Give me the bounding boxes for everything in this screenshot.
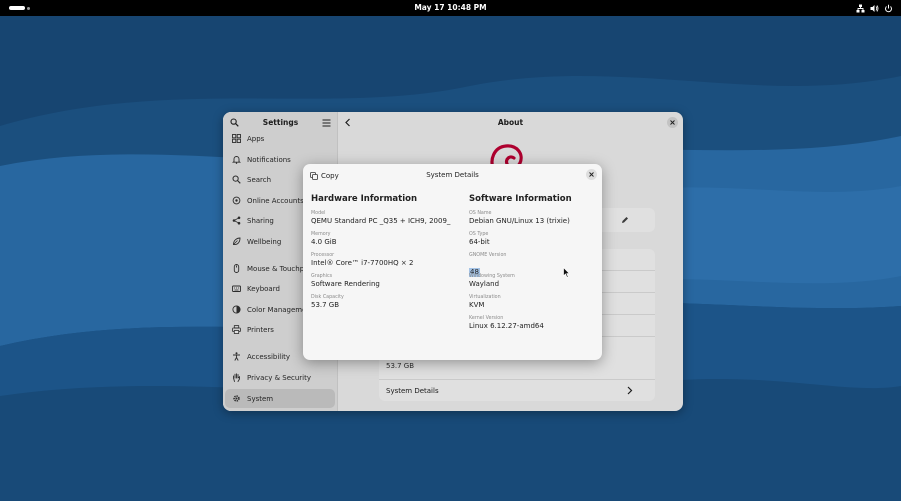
copy-button[interactable]: Copy [310, 169, 339, 183]
hardware-heading: Hardware Information [311, 194, 418, 204]
gnome-version-field: GNOME Version 48 [469, 252, 609, 277]
memory-field: Memory 4.0 GiB [311, 231, 451, 252]
kernel-version-field: Kernel Version Linux 6.12.27-amd64 [469, 315, 609, 336]
field-value[interactable]: Debian GNU/Linux 13 (trixie) [469, 217, 609, 226]
power-icon [885, 4, 892, 12]
field-value[interactable]: Intel® Core™ i7-7700HQ × 2 [311, 259, 451, 268]
field-value[interactable]: QEMU Standard PC _Q35 + ICH9, 2009_ [311, 217, 451, 226]
workspace-indicator [27, 7, 30, 10]
field-label: Processor [311, 253, 335, 258]
network-icon [856, 4, 865, 12]
software-heading: Software Information [469, 194, 572, 204]
field-value[interactable]: 64-bit [469, 238, 609, 247]
mouse-cursor-icon [563, 267, 570, 278]
field-label: Kernel Version [469, 316, 504, 321]
model-field: Model QEMU Standard PC _Q35 + ICH9, 2009… [311, 210, 451, 231]
field-value[interactable]: 53.7 GB [311, 301, 451, 310]
graphics-field: Graphics Software Rendering [311, 273, 451, 294]
os-name-field: OS Name Debian GNU/Linux 13 (trixie) [469, 210, 609, 231]
field-label: Disk Capacity [311, 295, 344, 300]
field-value[interactable]: KVM [469, 301, 609, 310]
os-type-field: OS Type 64-bit [469, 231, 609, 252]
virtualization-field: Virtualization KVM [469, 294, 609, 315]
field-value[interactable]: 4.0 GiB [311, 238, 451, 247]
field-label: Memory [311, 232, 331, 237]
volume-icon [870, 4, 879, 12]
system-details-dialog: Copy System Details Hardware Information… [303, 164, 602, 360]
copy-icon [310, 172, 318, 180]
field-value[interactable]: Linux 6.12.27-amd64 [469, 322, 609, 331]
clock[interactable]: May 17 10:48 PM [414, 3, 486, 12]
field-value[interactable]: Software Rendering [311, 280, 451, 289]
field-label: OS Type [469, 232, 489, 237]
field-label: Virtualization [469, 295, 501, 300]
windowing-system-field: Windowing System Wayland [469, 273, 609, 294]
processor-field: Processor Intel® Core™ i7-7700HQ × 2 [311, 252, 451, 273]
system-tray[interactable] [856, 0, 893, 16]
field-value[interactable]: Wayland [469, 280, 609, 289]
top-bar: May 17 10:48 PM [0, 0, 901, 16]
field-label: Windowing System [469, 274, 515, 279]
close-icon [589, 172, 594, 177]
hardware-info-section: Hardware Information Model QEMU Standard… [311, 194, 451, 315]
copy-button-label: Copy [321, 172, 339, 180]
field-label: Graphics [311, 274, 333, 279]
activities-button[interactable] [9, 6, 25, 10]
software-info-section: Software Information OS Name Debian GNU/… [469, 194, 609, 336]
field-label: GNOME Version [469, 253, 507, 258]
dialog-close-button[interactable] [586, 169, 597, 180]
dialog-title: System Details [426, 171, 479, 179]
field-label: Model [311, 211, 326, 216]
disk-capacity-field: Disk Capacity 53.7 GB [311, 294, 451, 315]
field-label: OS Name [469, 211, 492, 216]
